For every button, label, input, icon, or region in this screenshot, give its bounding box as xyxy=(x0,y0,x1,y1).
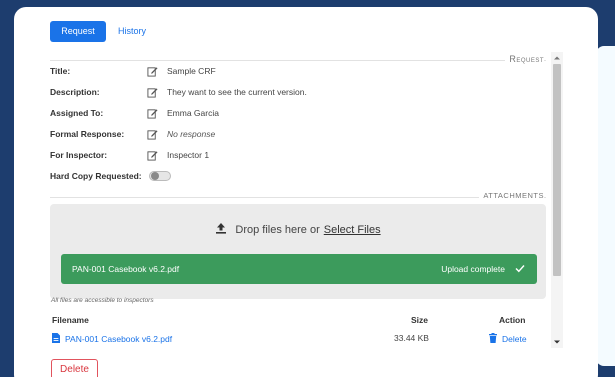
field-value: No response xyxy=(167,129,216,139)
file-dropzone[interactable]: Drop files here or Select Files PAN-001 … xyxy=(50,204,546,299)
table-row: PAN-001 Casebook v6.2.pdf 33.44 KB Delet… xyxy=(52,333,532,345)
file-link[interactable]: PAN-001 Casebook v6.2.pdf xyxy=(52,333,172,345)
vertical-scrollbar[interactable] xyxy=(551,52,563,348)
field-label: Title: xyxy=(50,66,71,76)
edit-icon[interactable] xyxy=(147,108,161,119)
field-for-inspector: For Inspector: Inspector 1 xyxy=(50,148,209,162)
column-header-action: Action xyxy=(499,315,526,325)
file-size: 33.44 KB xyxy=(394,333,429,343)
dropzone-text: Drop files here or xyxy=(235,223,320,236)
field-value: Emma Garcia xyxy=(167,108,219,118)
column-header-filename: Filename xyxy=(52,315,89,325)
delete-file-label[interactable]: Delete xyxy=(502,334,527,344)
request-panel: Request History Request Title: Sample CR… xyxy=(14,7,598,377)
scroll-down-arrow-icon[interactable] xyxy=(552,337,562,347)
column-header-size: Size xyxy=(411,315,429,325)
field-description: Description: They want to see the curren… xyxy=(50,85,307,99)
field-label: Formal Response: xyxy=(50,129,125,139)
trash-icon xyxy=(489,333,497,345)
delete-file-button[interactable]: Delete xyxy=(489,333,527,345)
background-panel-right xyxy=(596,46,615,366)
field-value: They want to see the current version. xyxy=(167,87,307,97)
upload-status-bar: PAN-001 Casebook v6.2.pdf Upload complet… xyxy=(61,254,537,284)
field-label: Description: xyxy=(50,87,100,97)
attachments-divider xyxy=(50,197,546,198)
field-title: Title: Sample CRF xyxy=(50,64,216,78)
delete-request-button[interactable]: Delete xyxy=(51,359,98,377)
dropzone-prompt: Drop files here or Select Files xyxy=(50,222,546,237)
scrollbar-thumb[interactable] xyxy=(553,64,561,276)
upload-status-text: Upload complete xyxy=(441,264,505,274)
field-value: Sample CRF xyxy=(167,66,216,76)
edit-icon[interactable] xyxy=(147,87,161,98)
field-label: Hard Copy Requested: xyxy=(50,171,142,181)
tab-request[interactable]: Request xyxy=(50,21,106,42)
files-table-header: Filename Size Action xyxy=(52,315,532,327)
upload-icon xyxy=(215,222,227,237)
field-formal-response: Formal Response: No response xyxy=(50,127,215,141)
field-label: Assigned To: xyxy=(50,108,104,118)
upload-status: Upload complete xyxy=(441,264,525,275)
file-pdf-icon xyxy=(52,333,60,345)
field-label: For Inspector: xyxy=(50,150,108,160)
field-value: Inspector 1 xyxy=(167,150,210,160)
edit-icon[interactable] xyxy=(147,66,161,77)
tab-history[interactable]: History xyxy=(114,21,150,42)
toggle-knob xyxy=(151,172,159,180)
edit-icon[interactable] xyxy=(147,150,161,161)
tab-bar: Request History xyxy=(50,21,150,42)
section-label-request: Request xyxy=(505,54,544,64)
section-label-attachments: ATTACHMENTS xyxy=(479,191,544,200)
field-assigned-to: Assigned To: Emma Garcia xyxy=(50,106,219,120)
field-hard-copy: Hard Copy Requested: xyxy=(50,169,171,183)
file-link-text[interactable]: PAN-001 Casebook v6.2.pdf xyxy=(65,334,172,344)
hard-copy-toggle[interactable] xyxy=(149,171,171,181)
request-divider xyxy=(50,60,546,61)
upload-filename: PAN-001 Casebook v6.2.pdf xyxy=(72,264,180,274)
inspector-note: All files are accessible to inspectors xyxy=(51,297,154,304)
select-files-link[interactable]: Select Files xyxy=(324,224,381,236)
scroll-up-arrow-icon[interactable] xyxy=(552,53,562,63)
edit-icon[interactable] xyxy=(147,129,161,140)
check-icon xyxy=(515,264,525,275)
